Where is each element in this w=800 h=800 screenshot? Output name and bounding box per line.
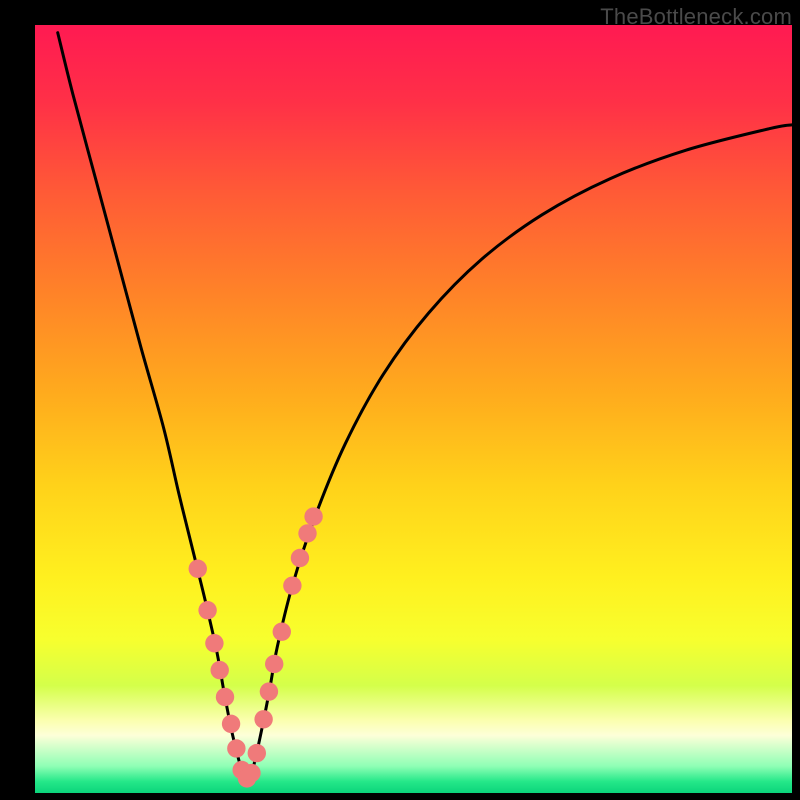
chart-svg [35,25,792,793]
plot-area [35,25,792,793]
sample-dot [189,560,207,578]
watermark-text: TheBottleneck.com [600,4,792,30]
sample-dot [242,764,260,782]
sample-dot [198,601,216,619]
sample-dot [227,739,245,757]
chart-frame: TheBottleneck.com [0,0,800,800]
sample-dot [211,661,229,679]
sample-dot [273,623,291,641]
sample-dot [291,549,309,567]
sample-dot [298,524,316,542]
sample-dot [205,634,223,652]
sample-dot [222,715,240,733]
sample-dot [260,682,278,700]
sample-dot [265,655,283,673]
sample-dot [248,744,266,762]
sample-dot [216,688,234,706]
sample-dot [304,507,322,525]
gradient-background [35,25,792,793]
sample-dot [254,710,272,728]
sample-dot [283,576,301,594]
